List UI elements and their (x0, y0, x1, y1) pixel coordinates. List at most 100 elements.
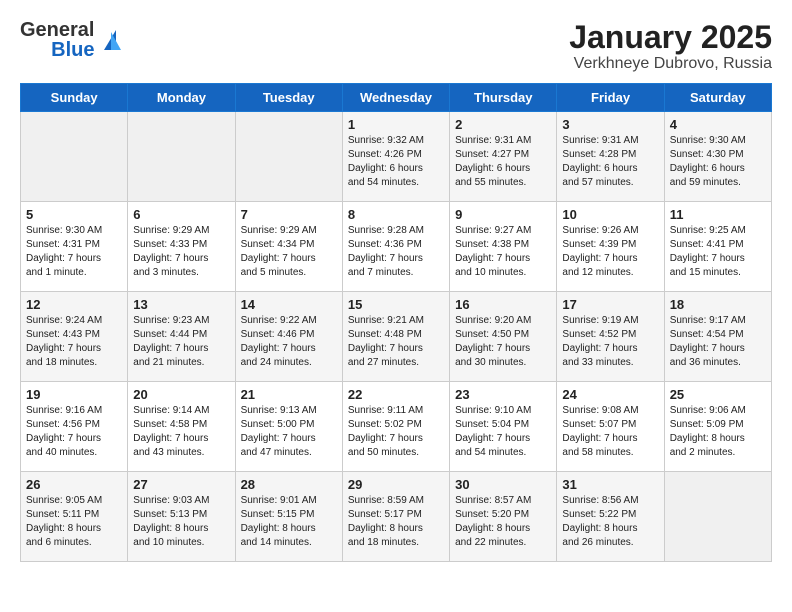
calendar-cell: 10Sunrise: 9:26 AM Sunset: 4:39 PM Dayli… (557, 202, 664, 292)
day-number: 10 (562, 207, 658, 222)
calendar-cell: 5 Sunrise: 9:30 AM Sunset: 4:31 PM Daylig… (21, 202, 128, 292)
day-number: 24 (562, 387, 658, 402)
calendar-cell: 1Sunrise: 9:32 AM Sunset: 4:26 PM Daylig… (342, 112, 449, 202)
day-number: 20 (133, 387, 229, 402)
day-info: Sunrise: 9:25 AM Sunset: 4:41 PM Dayligh… (670, 224, 766, 280)
day-info: Sunrise: 9:20 AM Sunset: 4:50 PM Dayligh… (455, 314, 551, 370)
day-info: Sunrise: 9:10 AM Sunset: 5:04 PM Dayligh… (455, 404, 551, 460)
day-info: Sunrise: 9:03 AM Sunset: 5:13 PM Dayligh… (133, 494, 229, 550)
calendar-week-1: 1Sunrise: 9:32 AM Sunset: 4:26 PM Daylig… (21, 112, 772, 202)
day-info: Sunrise: 9:28 AM Sunset: 4:36 PM Dayligh… (348, 224, 444, 280)
day-number: 7 (241, 207, 337, 222)
day-info: Sunrise: 9:16 AM Sunset: 4:56 PM Dayligh… (26, 404, 122, 460)
calendar-cell: 30 Sunrise: 8:57 AM Sunset: 5:20 PM Dayli… (450, 472, 557, 562)
day-number: 28 (241, 477, 337, 492)
day-info: Sunrise: 9:13 AM Sunset: 5:00 PM Dayligh… (241, 404, 337, 460)
weekday-header-sunday: Sunday (21, 84, 128, 112)
day-number: 25 (670, 387, 766, 402)
day-info: Sunrise: 9:30 AM Sunset: 4:30 PM Dayligh… (670, 134, 766, 190)
day-info: Sunrise: 9:05 AM Sunset: 5:11 PM Dayligh… (26, 494, 122, 550)
logo: General Blue (20, 20, 121, 60)
calendar-table: SundayMondayTuesdayWednesdayThursdayFrid… (20, 83, 772, 562)
day-info: Sunrise: 8:57 AM Sunset: 5:20 PM Dayligh… (455, 494, 551, 550)
day-info: Sunrise: 9:31 AM Sunset: 4:28 PM Dayligh… (562, 134, 658, 190)
calendar-cell: 18 Sunrise: 9:17 AM Sunset: 4:54 PM Dayli… (664, 292, 771, 382)
day-number: 18 (670, 297, 766, 312)
day-number: 21 (241, 387, 337, 402)
weekday-header-tuesday: Tuesday (235, 84, 342, 112)
day-number: 17 (562, 297, 658, 312)
day-number: 9 (455, 207, 551, 222)
day-number: 30 (455, 477, 551, 492)
day-number: 2 (455, 117, 551, 132)
page-title: January 2025 (569, 20, 772, 55)
day-info: Sunrise: 9:29 AM Sunset: 4:34 PM Dayligh… (241, 224, 337, 280)
calendar-cell: 11 Sunrise: 9:25 AM Sunset: 4:41 PM Dayli… (664, 202, 771, 292)
day-info: Sunrise: 9:23 AM Sunset: 4:44 PM Dayligh… (133, 314, 229, 370)
calendar-cell: 12Sunrise: 9:24 AM Sunset: 4:43 PM Dayli… (21, 292, 128, 382)
day-info: Sunrise: 9:14 AM Sunset: 4:58 PM Dayligh… (133, 404, 229, 460)
calendar-cell (128, 112, 235, 202)
day-info: Sunrise: 9:31 AM Sunset: 4:27 PM Dayligh… (455, 134, 551, 190)
day-info: Sunrise: 9:06 AM Sunset: 5:09 PM Dayligh… (670, 404, 766, 460)
day-info: Sunrise: 9:27 AM Sunset: 4:38 PM Dayligh… (455, 224, 551, 280)
day-number: 16 (455, 297, 551, 312)
calendar-cell: 16 Sunrise: 9:20 AM Sunset: 4:50 PM Dayli… (450, 292, 557, 382)
calendar-cell: 2 Sunrise: 9:31 AM Sunset: 4:27 PM Daylig… (450, 112, 557, 202)
day-number: 3 (562, 117, 658, 132)
calendar-cell: 19Sunrise: 9:16 AM Sunset: 4:56 PM Dayli… (21, 382, 128, 472)
calendar-cell: 7 Sunrise: 9:29 AM Sunset: 4:34 PM Daylig… (235, 202, 342, 292)
weekday-header-thursday: Thursday (450, 84, 557, 112)
calendar-cell: 22 Sunrise: 9:11 AM Sunset: 5:02 PM Dayli… (342, 382, 449, 472)
day-number: 14 (241, 297, 337, 312)
logo-general-text: General (20, 20, 94, 40)
calendar-cell: 25 Sunrise: 9:06 AM Sunset: 5:09 PM Dayli… (664, 382, 771, 472)
calendar-cell: 14 Sunrise: 9:22 AM Sunset: 4:46 PM Dayli… (235, 292, 342, 382)
calendar-cell: 4Sunrise: 9:30 AM Sunset: 4:30 PM Daylig… (664, 112, 771, 202)
weekday-header-friday: Friday (557, 84, 664, 112)
day-number: 29 (348, 477, 444, 492)
day-info: Sunrise: 8:59 AM Sunset: 5:17 PM Dayligh… (348, 494, 444, 550)
logo-blue-text: Blue (51, 40, 94, 60)
calendar-cell: 9 Sunrise: 9:27 AM Sunset: 4:38 PM Daylig… (450, 202, 557, 292)
page-header: General Blue January 2025 Verkhneye Dubr… (20, 20, 772, 73)
calendar-cell: 27Sunrise: 9:03 AM Sunset: 5:13 PM Dayli… (128, 472, 235, 562)
page-subtitle: Verkhneye Dubrovo, Russia (569, 55, 772, 73)
calendar-header-row: SundayMondayTuesdayWednesdayThursdayFrid… (21, 84, 772, 112)
day-info: Sunrise: 9:21 AM Sunset: 4:48 PM Dayligh… (348, 314, 444, 370)
day-info: Sunrise: 9:29 AM Sunset: 4:33 PM Dayligh… (133, 224, 229, 280)
day-number: 11 (670, 207, 766, 222)
calendar-cell: 20 Sunrise: 9:14 AM Sunset: 4:58 PM Dayli… (128, 382, 235, 472)
calendar-cell: 8 Sunrise: 9:28 AM Sunset: 4:36 PM Daylig… (342, 202, 449, 292)
weekday-header-monday: Monday (128, 84, 235, 112)
calendar-cell: 13 Sunrise: 9:23 AM Sunset: 4:44 PM Dayli… (128, 292, 235, 382)
calendar-cell: 23 Sunrise: 9:10 AM Sunset: 5:04 PM Dayli… (450, 382, 557, 472)
calendar-cell: 28 Sunrise: 9:01 AM Sunset: 5:15 PM Dayli… (235, 472, 342, 562)
calendar-cell (21, 112, 128, 202)
day-number: 6 (133, 207, 229, 222)
weekday-header-saturday: Saturday (664, 84, 771, 112)
day-info: Sunrise: 9:24 AM Sunset: 4:43 PM Dayligh… (26, 314, 122, 370)
day-number: 22 (348, 387, 444, 402)
day-info: Sunrise: 9:17 AM Sunset: 4:54 PM Dayligh… (670, 314, 766, 370)
day-info: Sunrise: 9:22 AM Sunset: 4:46 PM Dayligh… (241, 314, 337, 370)
calendar-cell (235, 112, 342, 202)
day-number: 13 (133, 297, 229, 312)
day-info: Sunrise: 8:56 AM Sunset: 5:22 PM Dayligh… (562, 494, 658, 550)
calendar-week-3: 12Sunrise: 9:24 AM Sunset: 4:43 PM Dayli… (21, 292, 772, 382)
day-number: 31 (562, 477, 658, 492)
day-number: 8 (348, 207, 444, 222)
calendar-cell (664, 472, 771, 562)
weekday-header-wednesday: Wednesday (342, 84, 449, 112)
calendar-cell: 15Sunrise: 9:21 AM Sunset: 4:48 PM Dayli… (342, 292, 449, 382)
day-info: Sunrise: 9:01 AM Sunset: 5:15 PM Dayligh… (241, 494, 337, 550)
day-info: Sunrise: 9:30 AM Sunset: 4:31 PM Dayligh… (26, 224, 122, 280)
calendar-cell: 3 Sunrise: 9:31 AM Sunset: 4:28 PM Daylig… (557, 112, 664, 202)
day-number: 5 (26, 207, 122, 222)
calendar-cell: 24Sunrise: 9:08 AM Sunset: 5:07 PM Dayli… (557, 382, 664, 472)
calendar-cell: 21 Sunrise: 9:13 AM Sunset: 5:00 PM Dayli… (235, 382, 342, 472)
calendar-cell: 31 Sunrise: 8:56 AM Sunset: 5:22 PM Dayli… (557, 472, 664, 562)
day-info: Sunrise: 9:11 AM Sunset: 5:02 PM Dayligh… (348, 404, 444, 460)
day-number: 26 (26, 477, 122, 492)
day-number: 23 (455, 387, 551, 402)
